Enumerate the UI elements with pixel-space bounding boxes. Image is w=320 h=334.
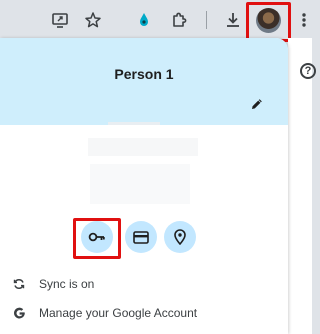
manage-account-label: Manage your Google Account [39, 306, 198, 320]
pencil-icon[interactable] [247, 94, 267, 114]
toolbar-separator [206, 11, 207, 29]
blurred-email [108, 122, 160, 125]
star-icon[interactable] [80, 7, 106, 33]
browser-toolbar [0, 0, 312, 42]
more-vert-icon[interactable] [296, 7, 312, 33]
download-icon[interactable] [220, 7, 246, 33]
location-pin-icon[interactable] [164, 221, 196, 253]
google-g-icon [12, 306, 26, 320]
manage-account-row[interactable]: Manage your Google Account [0, 299, 288, 327]
extension-drop-icon[interactable] [131, 7, 157, 33]
screen-share-icon[interactable] [47, 7, 73, 33]
help-icon[interactable]: ? [300, 63, 316, 79]
blurred-region [90, 164, 190, 204]
key-highlight-box [73, 218, 121, 259]
sync-row[interactable]: Sync is on [0, 270, 288, 298]
sync-label: Sync is on [39, 277, 95, 291]
avatar-highlight-box [246, 2, 291, 42]
sync-icon [12, 277, 26, 291]
page-content-area [288, 38, 312, 334]
blurred-region [88, 138, 198, 156]
profile-menu: Person 1 Sync is on Manage your Google A… [0, 38, 288, 334]
profile-name: Person 1 [114, 66, 174, 82]
credit-card-icon[interactable] [125, 221, 157, 253]
puzzle-icon[interactable] [166, 7, 192, 33]
